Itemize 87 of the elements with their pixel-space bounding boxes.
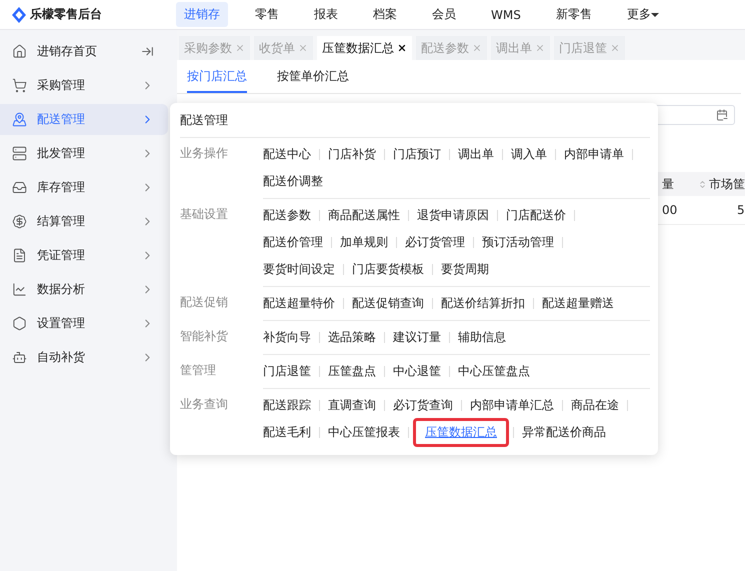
top-nav-item[interactable]: 进销存 <box>176 2 228 27</box>
menu-link[interactable]: 中心压筐报表 <box>328 424 400 441</box>
menu-link[interactable]: 预订活动管理 <box>482 234 554 251</box>
top-nav-item[interactable]: 零售 <box>247 2 287 27</box>
sidebar-item[interactable]: 库存管理 <box>0 172 168 203</box>
sidebar-item[interactable]: 批发管理 <box>0 138 168 169</box>
sidebar-item[interactable]: 数据分析 <box>0 274 168 305</box>
menu-link[interactable]: 配送超量特价 <box>263 295 335 312</box>
menu-link[interactable]: 配送价结算折扣 <box>441 295 525 312</box>
menu-link[interactable]: 配送价管理 <box>263 234 323 251</box>
robot-icon <box>12 350 27 365</box>
column-header-label: 市场筐 <box>709 176 745 192</box>
table-cell: 5 <box>737 203 745 217</box>
menu-link[interactable]: 门店配送价 <box>506 207 566 224</box>
menu-link[interactable]: 配送参数 <box>263 207 311 224</box>
group-label: 配送促销 <box>180 294 229 311</box>
menu-link[interactable]: 配送跟踪 <box>263 397 311 414</box>
menu-link[interactable]: 中心压筐盘点 <box>458 363 530 380</box>
top-nav-item[interactable]: 更多 <box>618 2 667 27</box>
group-label: 业务查询 <box>180 396 229 413</box>
column-header: 量 <box>662 176 675 192</box>
menu-link[interactable]: 调入单 <box>511 146 547 163</box>
drawer-icon <box>12 146 27 161</box>
menu-link[interactable]: 要货时间设定 <box>263 261 335 278</box>
sidebar-item[interactable]: 采购管理 <box>0 70 168 101</box>
menu-link[interactable]: 加单规则 <box>340 234 388 251</box>
tray-icon <box>12 180 27 195</box>
menu-link[interactable]: 门店补货 <box>328 146 376 163</box>
top-nav-item[interactable]: 会员 <box>424 2 464 27</box>
sort-icon[interactable] <box>698 180 707 188</box>
sub-tab[interactable]: 按筐单价汇总 <box>277 68 349 93</box>
menu-link[interactable]: 配送毛利 <box>263 424 311 441</box>
document-icon <box>12 248 27 263</box>
top-nav-item[interactable]: 档案 <box>365 2 405 27</box>
top-nav-item[interactable]: 新零售 <box>548 2 600 27</box>
group-label: 筐管理 <box>180 362 217 379</box>
menu-link[interactable]: 门店要货模板 <box>352 261 424 278</box>
logo-icon <box>12 6 26 22</box>
top-nav-item[interactable]: 报表 <box>306 2 346 27</box>
menu-link[interactable]: 门店预订 <box>393 146 441 163</box>
menu-link[interactable]: 内部申请单 <box>564 146 624 163</box>
group-label: 智能补货 <box>180 328 229 345</box>
menu-link[interactable]: 压筐数据汇总 <box>413 418 509 447</box>
sidebar-item[interactable]: 设置管理 <box>0 308 168 339</box>
menu-link[interactable]: 商品配送属性 <box>328 207 400 224</box>
top-nav-item[interactable]: WMS <box>483 4 529 26</box>
menu-link[interactable]: 建议订量 <box>393 329 441 346</box>
menu-link[interactable]: 门店退筐 <box>263 363 311 380</box>
menu-title: 配送管理 <box>180 109 650 138</box>
menu-link[interactable]: 配送超量赠送 <box>542 295 614 312</box>
close-icon[interactable] <box>397 43 407 53</box>
sub-tab[interactable]: 按门店汇总 <box>187 68 247 93</box>
group-label: 业务操作 <box>180 145 229 162</box>
menu-link[interactable]: 调出单 <box>458 146 494 163</box>
menu-link[interactable]: 压筐盘点 <box>328 363 376 380</box>
menu-link[interactable]: 内部申请单汇总 <box>470 397 554 414</box>
menu-link[interactable]: 异常配送价商品 <box>522 424 606 441</box>
menu-link[interactable]: 配送中心 <box>263 146 311 163</box>
menu-link[interactable]: 配送价调整 <box>263 173 323 190</box>
menu-link[interactable]: 辅助信息 <box>458 329 506 346</box>
table-cell-text: 00 <box>662 203 678 217</box>
calendar-icon <box>716 109 728 121</box>
menu-link[interactable]: 必订货查询 <box>393 397 453 414</box>
sidebar-item[interactable]: 进销存首页 <box>0 36 168 67</box>
menu-link[interactable]: 选品策略 <box>328 329 376 346</box>
menu-link[interactable]: 直调查询 <box>328 397 376 414</box>
sidebar-item[interactable]: 配送管理 <box>0 104 168 135</box>
collapse-icon[interactable] <box>141 45 154 58</box>
sidebar-item[interactable]: 结算管理 <box>0 206 168 237</box>
menu-link[interactable]: 商品在途 <box>571 397 619 414</box>
menu-link[interactable]: 中心退筐 <box>393 363 441 380</box>
menu-link[interactable]: 退货申请原因 <box>417 207 489 224</box>
menu-link[interactable]: 要货周期 <box>441 261 489 278</box>
menu-link[interactable]: 补货向导 <box>263 329 311 346</box>
menu-link[interactable]: 必订货管理 <box>405 234 465 251</box>
home-icon <box>12 44 27 59</box>
column-header[interactable]: 市场筐 <box>698 176 745 192</box>
line-chart-icon <box>12 282 27 297</box>
group-label: 基础设置 <box>180 206 229 223</box>
app-title: 乐檬零售后台 <box>30 6 102 23</box>
menu-link[interactable]: 配送促销查询 <box>352 295 424 312</box>
map-icon <box>12 112 27 127</box>
page-tab[interactable]: 压筐数据汇总 <box>317 36 412 60</box>
sidebar-item[interactable]: 自动补货 <box>0 342 168 373</box>
sidebar-item[interactable]: 凭证管理 <box>0 240 168 271</box>
dollar-icon <box>12 214 27 229</box>
cart-icon <box>12 78 27 93</box>
